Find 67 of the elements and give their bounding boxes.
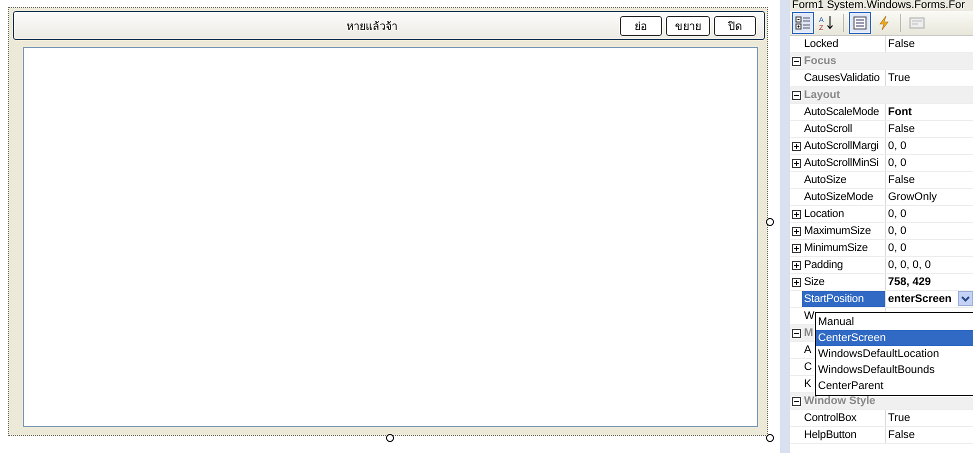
collapse-icon[interactable] (792, 56, 800, 66)
category-label: Layout (803, 88, 840, 103)
collapse-icon[interactable] (792, 396, 800, 406)
dropdown-option[interactable]: CenterParent (816, 378, 973, 394)
expand-icon[interactable] (792, 158, 800, 168)
property-value: 0, 0 (888, 224, 906, 239)
property-value: 758, 429 (888, 275, 931, 290)
property-name[interactable]: MaximumSize (802, 223, 886, 239)
expand-icon[interactable] (792, 142, 800, 150)
property-name[interactable]: Padding (802, 257, 886, 273)
property-value: True (888, 411, 910, 426)
category-label: Focus (803, 54, 836, 69)
property-value: 0, 0, 0, 0 (888, 258, 931, 273)
object-name: Form1 System.Windows.Forms.For (790, 0, 973, 11)
dropdown-option[interactable]: Manual (816, 314, 973, 330)
chevron-icon (961, 296, 970, 302)
property-name[interactable]: MinimumSize (802, 240, 886, 256)
property-name[interactable]: ControlBox (802, 410, 886, 426)
dropdown-button[interactable] (958, 291, 973, 306)
property-name[interactable]: AutoScroll (802, 121, 886, 137)
expand-icon[interactable] (792, 278, 800, 286)
dropdown-option[interactable]: WindowsDefaultLocation (816, 346, 973, 362)
property-value: False (888, 122, 915, 137)
property-value: 0, 0 (888, 139, 906, 154)
categorized-icon (795, 15, 811, 31)
toolbar-button[interactable] (849, 12, 871, 34)
resize-handle[interactable] (766, 434, 774, 442)
dropdown-option[interactable]: CenterScreen (816, 330, 973, 346)
property-name[interactable]: HelpButton (802, 427, 886, 443)
close-button[interactable]: ปิด (714, 16, 756, 36)
collapse-icon[interactable] (792, 90, 800, 100)
property-value: False (888, 428, 915, 443)
dropdown-option[interactable]: WindowsDefaultBounds (816, 362, 973, 378)
property-name[interactable]: Size (802, 274, 886, 290)
property-name[interactable]: Locked (802, 36, 886, 52)
resize-handle[interactable] (766, 218, 774, 226)
expand-icon[interactable] (792, 210, 800, 218)
property-name[interactable]: AutoScrollMargi (802, 138, 886, 154)
property-name[interactable]: StartPosition (802, 291, 886, 307)
property-name[interactable]: Location (802, 206, 886, 222)
collapse-icon[interactable] (792, 328, 800, 338)
property-value: False (888, 173, 915, 188)
property-value: 0, 0 (888, 207, 906, 222)
toolbar-button[interactable] (792, 12, 814, 34)
property-value: 0, 0 (888, 241, 906, 256)
property-value: False (888, 37, 915, 52)
property-value: Font (888, 105, 912, 120)
expand-icon[interactable] (792, 226, 800, 236)
resize-handle[interactable] (386, 434, 394, 442)
expand-icon[interactable] (792, 260, 800, 270)
maximize-button[interactable]: ขยาย (666, 16, 710, 36)
list-icon (852, 15, 868, 31)
property-name[interactable]: AutoSize (802, 172, 886, 188)
property-value: GrowOnly (888, 190, 937, 205)
property-name[interactable]: AutoScaleMode (802, 104, 886, 120)
property-value: enterScreen (888, 292, 952, 307)
property-value: True (888, 71, 910, 86)
minimize-button[interactable]: ย่อ (620, 16, 662, 36)
form-title: หายแล้วจ้า (346, 20, 398, 34)
category-label: Window Style (803, 394, 876, 409)
property-pages-icon (909, 15, 925, 31)
expand-icon[interactable] (792, 244, 800, 252)
category-label: M (803, 326, 814, 341)
property-name[interactable]: AutoScrollMinSi (802, 155, 886, 171)
property-value: 0, 0 (888, 156, 906, 171)
property-name[interactable]: AutoSizeMode (802, 189, 886, 205)
property-name[interactable]: CausesValidatio (802, 70, 886, 86)
